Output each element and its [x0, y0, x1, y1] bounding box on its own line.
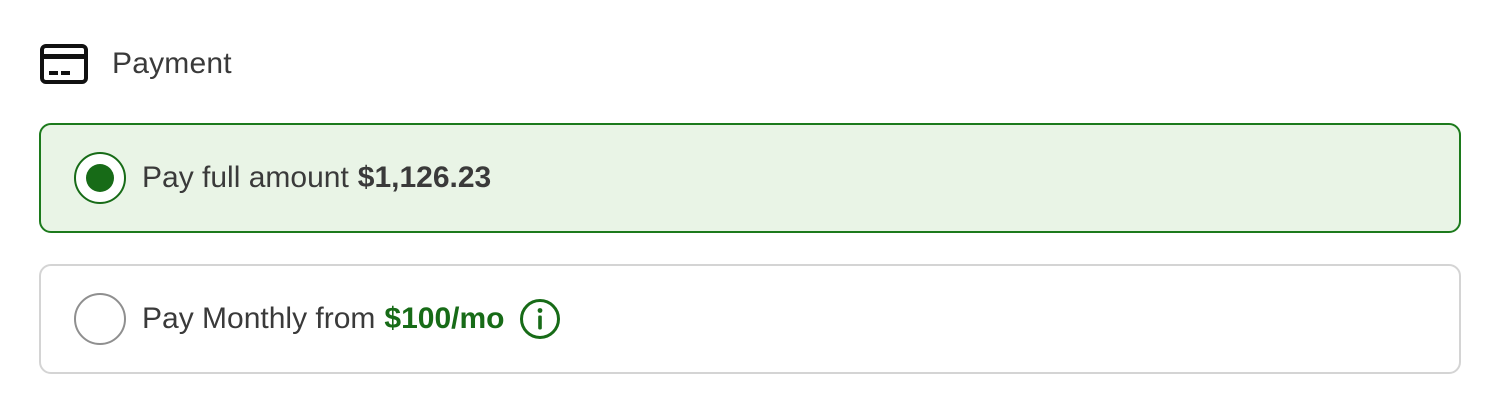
info-icon[interactable]	[519, 298, 561, 340]
credit-card-icon	[40, 44, 88, 84]
pay-monthly-amount: $100/mo	[384, 302, 505, 335]
radio-selected-dot	[86, 164, 114, 192]
pay-monthly-radio[interactable]	[74, 293, 126, 345]
pay-full-text: Pay full amount $1,126.23	[142, 161, 491, 195]
pay-monthly-label: Pay Monthly from	[142, 302, 376, 335]
payment-section-header: Payment	[40, 40, 232, 88]
pay-monthly-text: Pay Monthly from $100/mo	[142, 298, 561, 340]
payment-title: Payment	[112, 47, 232, 80]
pay-full-radio[interactable]	[74, 152, 126, 204]
pay-full-amount: $1,126.23	[357, 161, 492, 194]
pay-full-label: Pay full amount	[142, 161, 349, 194]
pay-monthly-option[interactable]: Pay Monthly from $100/mo	[39, 264, 1461, 374]
pay-full-option[interactable]: Pay full amount $1,126.23	[39, 123, 1461, 233]
